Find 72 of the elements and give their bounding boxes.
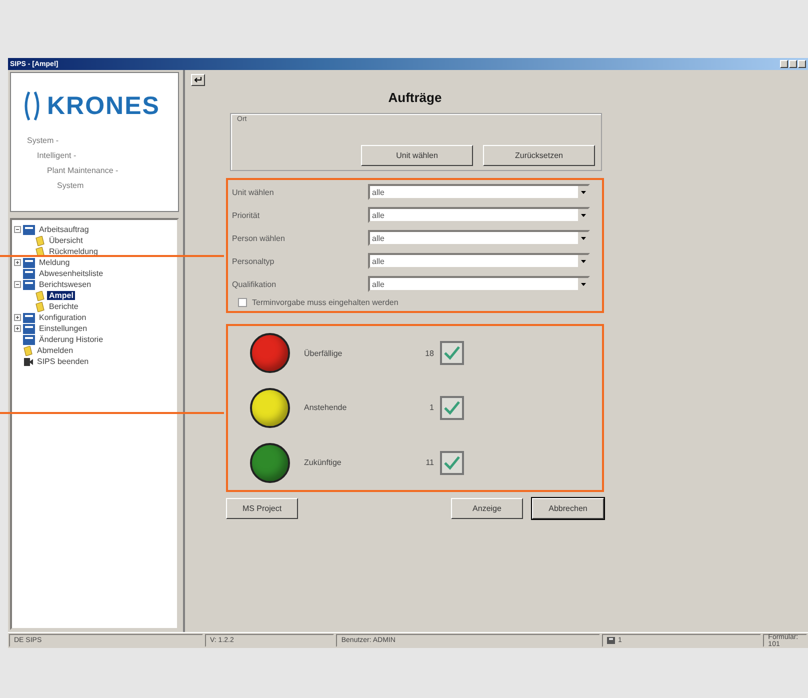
light-count: 11 <box>424 458 434 468</box>
group-button[interactable]: Zurücksetzen <box>483 145 595 166</box>
check-icon <box>444 456 460 470</box>
form-title: Aufträge <box>387 90 443 105</box>
ms-project-button[interactable]: MS Project <box>226 498 298 519</box>
tagline-text: Plant Maintenance - <box>47 165 120 177</box>
page-icon <box>23 346 33 356</box>
tree-item[interactable]: Meldung <box>37 258 72 267</box>
dropdown-arrow-icon <box>580 260 586 262</box>
field-label: Qualifikation <box>232 280 276 288</box>
minimize-button[interactable] <box>780 60 788 68</box>
tree-item[interactable]: Abwesenheitsliste <box>37 269 106 278</box>
tree-item[interactable]: Ampel <box>47 291 76 300</box>
tagline-text: System - <box>27 135 60 147</box>
field-label: Personaltyp <box>232 256 274 266</box>
dialog-button[interactable]: Abbrechen <box>532 498 604 519</box>
book-icon <box>23 280 35 290</box>
logo-text: KRONES <box>47 92 160 120</box>
book-icon <box>23 324 35 334</box>
dropdown-arrow-icon <box>580 236 586 240</box>
dropdown-field[interactable]: alle <box>368 207 590 223</box>
dropdown-field[interactable]: alle <box>368 253 590 269</box>
tree-item[interactable]: Einstellungen <box>37 324 90 333</box>
tree-item[interactable]: Rückmeldung <box>47 247 100 256</box>
group-button[interactable]: Unit wählen <box>361 145 473 166</box>
field-label: Unit wählen <box>232 188 274 196</box>
dropdown-arrow-icon <box>580 282 586 286</box>
dropdown-arrow-icon <box>580 190 586 194</box>
light-count: 18 <box>424 348 434 358</box>
book-icon <box>23 268 35 278</box>
checkbox[interactable] <box>440 450 464 475</box>
expand-toggle[interactable] <box>14 314 21 321</box>
tree-item[interactable]: Konfiguration <box>37 313 88 322</box>
light-count: 1 <box>428 403 434 412</box>
maximize-button[interactable] <box>789 60 797 68</box>
dropdown-arrow-icon <box>580 214 586 216</box>
exit-icon <box>23 356 33 366</box>
dialog-button[interactable]: Anzeige <box>451 498 523 519</box>
dropdown-field[interactable]: alle <box>368 276 590 292</box>
expand-toggle[interactable] <box>14 325 21 332</box>
tree-item[interactable]: SIPS beenden <box>35 357 91 366</box>
tagline-text: System <box>57 180 85 192</box>
tree-item[interactable]: Berichtswesen <box>37 280 94 289</box>
tagline-text: Intelligent - <box>37 150 78 162</box>
field-label: Priorität <box>232 210 260 220</box>
tree-item[interactable]: Änderung Historie <box>37 335 106 344</box>
book-icon <box>23 334 35 344</box>
field-label: Person wählen <box>232 234 285 242</box>
book-icon <box>23 258 35 268</box>
tree-item[interactable]: Berichte <box>47 302 80 311</box>
checkbox[interactable] <box>238 298 247 307</box>
collapse-toggle[interactable] <box>14 281 21 288</box>
tree-item[interactable]: Abmelden <box>35 346 76 355</box>
close-button[interactable] <box>798 60 806 68</box>
checkbox[interactable] <box>440 396 464 420</box>
back-arrow-icon <box>194 77 202 83</box>
check-icon <box>444 346 460 360</box>
back-button[interactable] <box>191 74 205 86</box>
light-label: Anstehende <box>304 403 348 412</box>
collapse-toggle[interactable] <box>14 226 21 233</box>
light-label: Zukünftige <box>304 458 342 468</box>
book-icon <box>23 312 35 322</box>
book-icon <box>23 224 35 234</box>
dropdown-field[interactable]: alle <box>368 230 590 246</box>
tree-item[interactable]: Arbeitsauftrag <box>37 225 91 234</box>
tree-item[interactable]: Übersicht <box>47 236 85 245</box>
light-label: Überfällige <box>304 348 344 358</box>
dropdown-field[interactable]: alle <box>368 184 590 200</box>
checkbox[interactable] <box>440 341 464 366</box>
checkbox-label: Terminvorgabe muss eingehalten werden <box>252 298 398 307</box>
check-icon <box>444 400 460 415</box>
expand-toggle[interactable] <box>14 259 21 266</box>
